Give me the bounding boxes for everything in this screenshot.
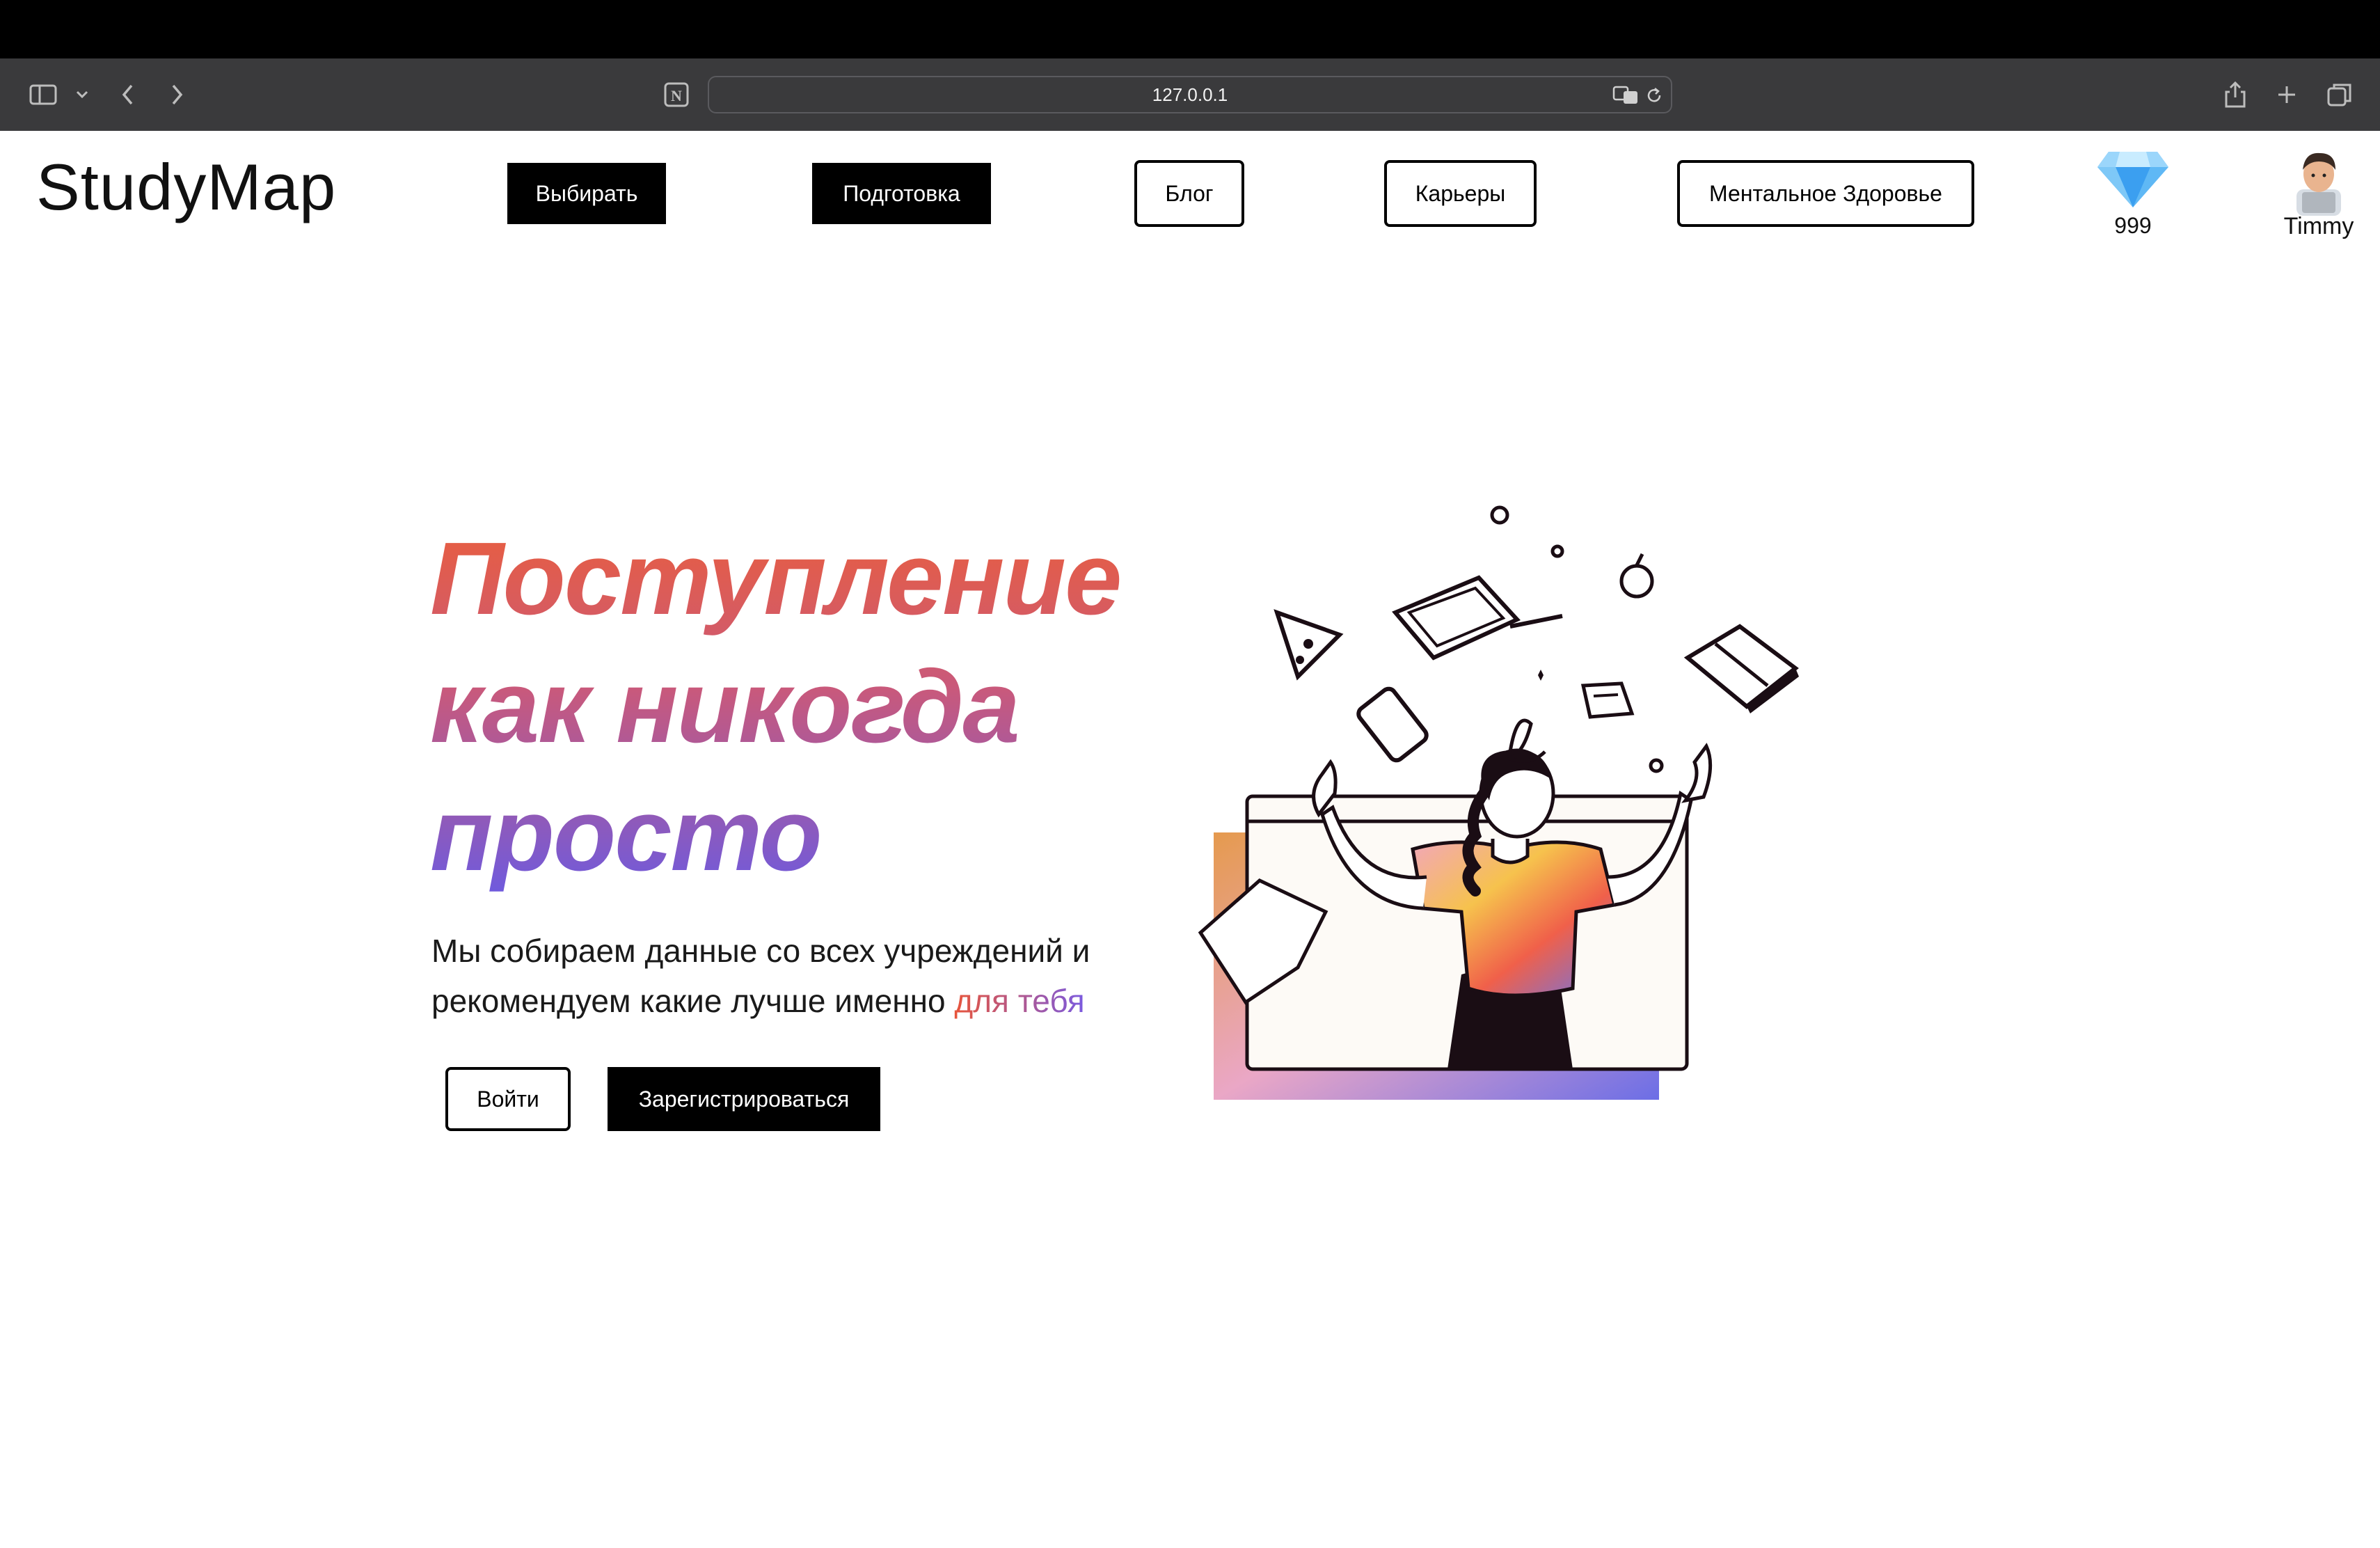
- hero-subtitle: Мы собираем данные со всех учреждений и …: [431, 926, 1197, 1026]
- hero-subtitle-line: рекомендуем какие лучше именно для тебя: [431, 976, 1197, 1026]
- register-button[interactable]: Зарегистрироваться: [608, 1067, 880, 1131]
- hero-title-line: как никогда: [430, 649, 1019, 764]
- back-icon[interactable]: [113, 79, 143, 110]
- hero-title-line: просто: [430, 777, 821, 892]
- notion-icon[interactable]: N: [661, 79, 692, 110]
- hero-subtitle-accent: для тебя: [954, 983, 1085, 1019]
- gem-count: 999: [2114, 213, 2152, 238]
- screen-top-bar: [0, 0, 2380, 58]
- gem-icon[interactable]: [2095, 146, 2171, 212]
- url-text: 127.0.0.1: [1152, 84, 1228, 105]
- browser-toolbar: N 127.0.0.1: [0, 58, 2380, 131]
- hero-title: Поступление как никогда просто: [430, 515, 1196, 899]
- share-icon[interactable]: [2220, 79, 2251, 110]
- translate-icon[interactable]: [1612, 84, 1639, 110]
- reload-icon[interactable]: [1644, 86, 1664, 109]
- sidebar-icon[interactable]: [28, 79, 58, 110]
- chevron-down-icon[interactable]: [67, 79, 97, 110]
- svg-text:N: N: [671, 87, 682, 104]
- hero-subtitle-text: рекомендуем какие лучше именно: [431, 983, 955, 1019]
- nav-preparation-button[interactable]: Подготовка: [812, 163, 991, 224]
- user-name[interactable]: Timmy: [2270, 213, 2367, 240]
- forward-icon[interactable]: [161, 79, 192, 110]
- nav-blog-button[interactable]: Блог: [1134, 160, 1244, 227]
- pizza-icon: [1274, 609, 1344, 681]
- phone-icon: [1356, 686, 1429, 763]
- laptop-icon: [1392, 575, 1563, 661]
- apple-icon: [1619, 553, 1654, 599]
- note-icon: [1580, 681, 1635, 719]
- book-icon: [1683, 624, 1799, 713]
- user-avatar[interactable]: [2284, 146, 2354, 216]
- site-logo[interactable]: StudyMap: [36, 155, 336, 220]
- nav-careers-button[interactable]: Карьеры: [1384, 160, 1537, 227]
- hero-subtitle-line: Мы собираем данные со всех учреждений и: [431, 933, 1090, 969]
- login-button[interactable]: Войти: [445, 1067, 571, 1131]
- hero-illustration: [1198, 505, 1799, 1100]
- nav-mental-health-button[interactable]: Ментальное Здоровье: [1677, 160, 1974, 227]
- hero-title-line: Поступление: [430, 521, 1121, 636]
- address-bar[interactable]: 127.0.0.1: [708, 76, 1672, 113]
- tabs-icon[interactable]: [2324, 79, 2355, 110]
- new-tab-icon[interactable]: [2271, 79, 2302, 110]
- nav-choose-button[interactable]: Выбирать: [507, 163, 666, 224]
